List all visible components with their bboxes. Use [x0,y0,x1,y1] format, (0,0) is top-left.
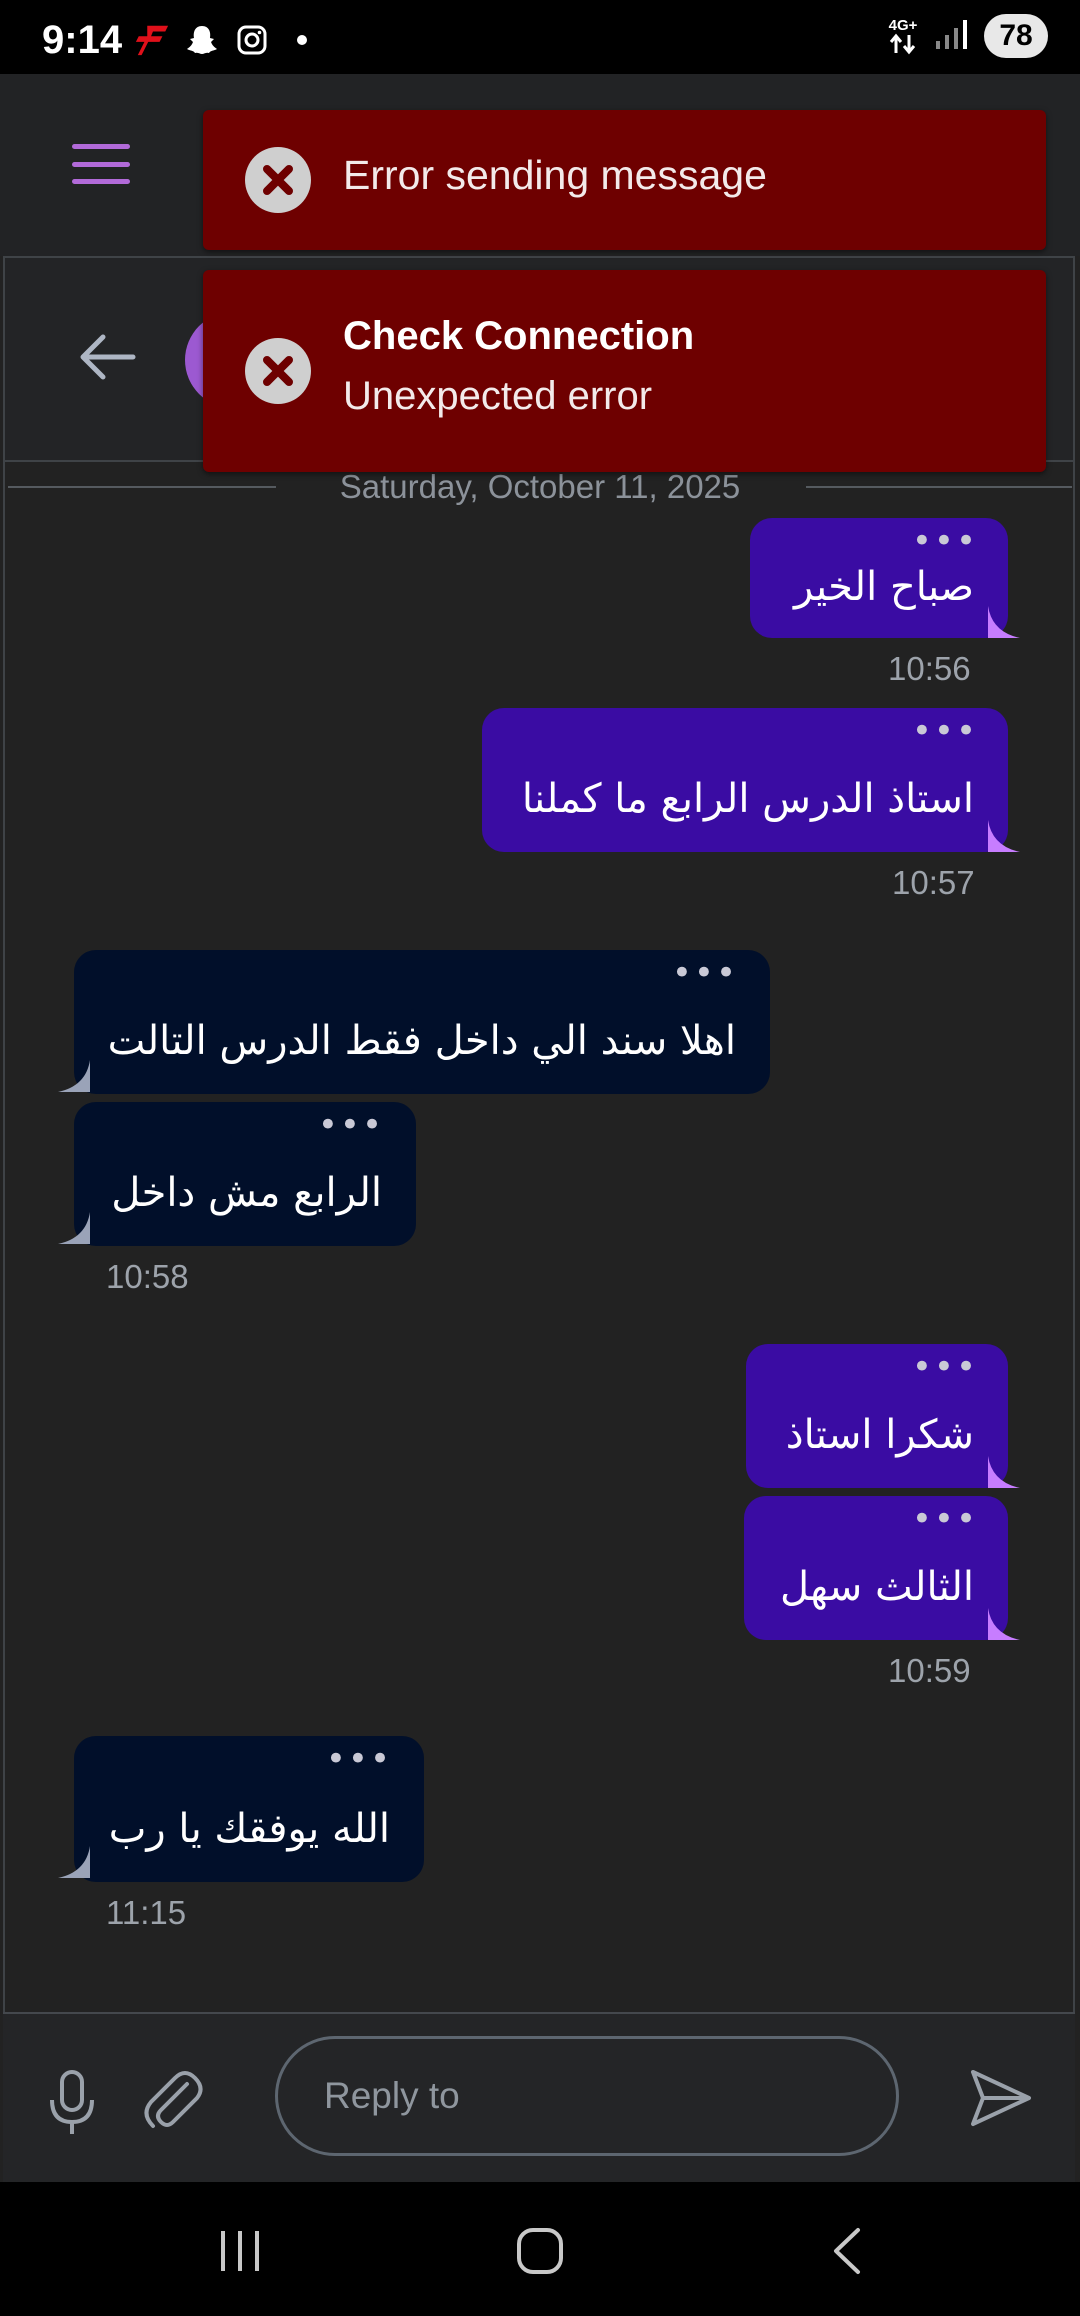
message-text: الرابع مش داخل [111,1170,382,1216]
back-arrow-icon[interactable] [77,332,137,382]
date-separator-label: Saturday, October 11, 2025 [339,468,741,505]
microphone-icon[interactable] [47,2070,97,2136]
home-icon[interactable] [510,2226,570,2276]
message-tail-incoming [58,1846,90,1878]
message-menu-icon[interactable]: ••• [318,1108,384,1142]
message-tail-outgoing [988,606,1020,638]
signal-icon [934,17,968,55]
send-icon[interactable] [969,2068,1033,2128]
error-toast[interactable]: Error sending message [203,110,1046,250]
message-bubble-incoming[interactable]: ••• الله يوفقك يا رب [74,1736,424,1882]
message-time: 10:56 [888,650,971,687]
data-arrows-icon: 4G+ [888,18,918,55]
back-nav-icon[interactable] [816,2226,876,2276]
message-bubble-outgoing[interactable]: ••• صباح الخير [750,518,1008,638]
snapchat-icon [184,22,220,58]
message-text: الله يوفقك يا رب [108,1806,390,1852]
instagram-icon [234,22,270,58]
message-text: استاذ الدرس الرابع ما كملنا [521,776,974,822]
message-tail-outgoing [988,1456,1020,1488]
message-time: 11:15 [106,1894,187,1931]
message-time: 10:58 [106,1258,189,1295]
toast-message: Unexpected error [343,374,653,418]
message-bubble-incoming[interactable]: ••• اهلا سند الي داخل فقط الدرس التالت [74,950,770,1094]
error-x-icon [245,147,311,213]
message-time: 10:57 [892,864,975,901]
message-tail-outgoing [988,820,1020,852]
paperclip-icon[interactable] [143,2068,203,2134]
hamburger-menu-icon[interactable] [72,144,130,184]
notification-dot-icon [284,22,320,58]
message-text: الثالث سهل [780,1564,974,1610]
message-tail-incoming [58,1212,90,1244]
error-toast[interactable]: Check Connection Unexpected error [203,270,1046,472]
message-bubble-outgoing[interactable]: ••• شكرا استاذ [746,1344,1008,1488]
toast-title: Check Connection [343,314,695,358]
message-time: 10:59 [888,1652,971,1689]
message-menu-icon[interactable]: ••• [672,956,738,990]
message-composer [3,2012,1075,2182]
flash-app-icon [134,22,170,58]
toast-message: Error sending message [343,152,767,198]
system-nav-bar [0,2182,1080,2316]
message-menu-icon[interactable]: ••• [912,524,978,558]
recent-apps-icon[interactable] [210,2226,270,2276]
message-tail-incoming [58,1060,90,1092]
message-menu-icon[interactable]: ••• [326,1742,392,1776]
message-text: شكرا استاذ [785,1412,974,1458]
message-menu-icon[interactable]: ••• [912,1350,978,1384]
status-system-icons: 4G+ 78 [888,14,1048,58]
status-time: 9:14 [42,18,123,62]
message-tail-outgoing [988,1608,1020,1640]
message-bubble-incoming[interactable]: ••• الرابع مش داخل [74,1102,416,1246]
status-notification-icons [134,22,320,58]
message-text: صباح الخير [793,564,974,610]
error-x-icon [245,338,311,404]
message-bubble-outgoing[interactable]: ••• استاذ الدرس الرابع ما كملنا [482,708,1008,852]
message-menu-icon[interactable]: ••• [912,714,978,748]
date-separator: Saturday, October 11, 2025 [0,468,1080,508]
battery-indicator: 78 [984,14,1048,58]
reply-input[interactable] [275,2036,899,2156]
message-bubble-outgoing[interactable]: ••• الثالث سهل [744,1496,1008,1640]
message-menu-icon[interactable]: ••• [912,1502,978,1536]
network-type-label: 4G+ [888,16,918,34]
status-bar: 9:14 4G+ 78 [0,0,1080,74]
message-text: اهلا سند الي داخل فقط الدرس التالت [107,1018,736,1064]
